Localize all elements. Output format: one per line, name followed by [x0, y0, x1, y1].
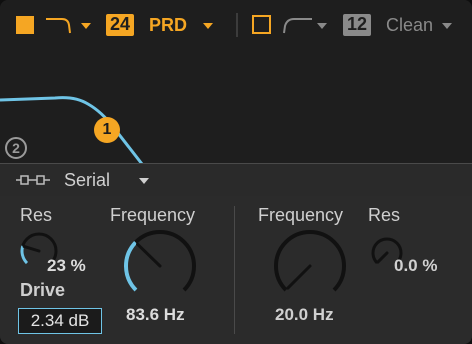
- filter2-node-handle[interactable]: 2: [5, 137, 27, 159]
- filter2-circuit-dropdown-icon[interactable]: [440, 18, 454, 32]
- filter-toolbar: 24 PRD 12 Clean: [0, 0, 472, 52]
- knob-value-arc: [124, 240, 138, 292]
- filter1-frequency-knob[interactable]: [120, 226, 200, 306]
- filter1-slope-button[interactable]: 24: [106, 14, 134, 36]
- filter1-enable-toggle[interactable]: [16, 16, 34, 34]
- serial-routing-icon: [16, 175, 50, 185]
- knob-needle: [22, 244, 41, 253]
- filter1-circuit-label[interactable]: PRD: [149, 14, 187, 36]
- filter2-circuit-label[interactable]: Clean: [386, 14, 433, 36]
- knob-track: [124, 230, 196, 292]
- filter1-drive-field[interactable]: 2.34 dB: [18, 308, 102, 334]
- filter1-frequency-label: Frequency: [110, 205, 196, 225]
- knob-needle: [376, 251, 389, 264]
- filter1-circuit-dropdown-icon[interactable]: [201, 18, 215, 32]
- lowpass-curve-icon: [46, 18, 91, 34]
- filter-device: 24 PRD 12 Clean 1 2 Serial Res 23 % Driv…: [0, 0, 472, 344]
- routing-bar: Serial: [0, 164, 472, 196]
- filter2-frequency-label: Frequency: [258, 205, 344, 225]
- filter2-enable-toggle[interactable]: [252, 15, 271, 34]
- filter2-res-value: 0.0 %: [394, 256, 438, 275]
- filter1-res-label: Res: [20, 205, 53, 225]
- filter1-type-chooser[interactable]: [44, 14, 94, 36]
- toolbar-separator: [236, 13, 238, 37]
- highpass-curve-icon: [283, 18, 327, 34]
- filter2-type-chooser[interactable]: [282, 14, 332, 36]
- filter1-drive-label: Drive: [20, 280, 66, 300]
- routing-mode-chooser[interactable]: Serial: [64, 169, 110, 191]
- filter2-frequency-knob[interactable]: [270, 226, 350, 306]
- filter2-slope-button[interactable]: 12: [343, 14, 371, 36]
- filter2-res-label: Res: [368, 205, 401, 225]
- chevron-down-icon[interactable]: [137, 174, 151, 188]
- filter-section-divider: [234, 206, 235, 334]
- knob-track: [274, 230, 346, 292]
- filter-response-graph[interactable]: 1 2: [0, 52, 472, 164]
- knob-needle: [136, 242, 162, 268]
- filter1-node-handle[interactable]: 1: [94, 117, 120, 143]
- knob-needle: [286, 264, 312, 290]
- filter1-res-value: 23 %: [47, 256, 86, 275]
- filter1-frequency-value: 83.6 Hz: [126, 305, 185, 324]
- filter2-frequency-value: 20.0 Hz: [275, 305, 334, 324]
